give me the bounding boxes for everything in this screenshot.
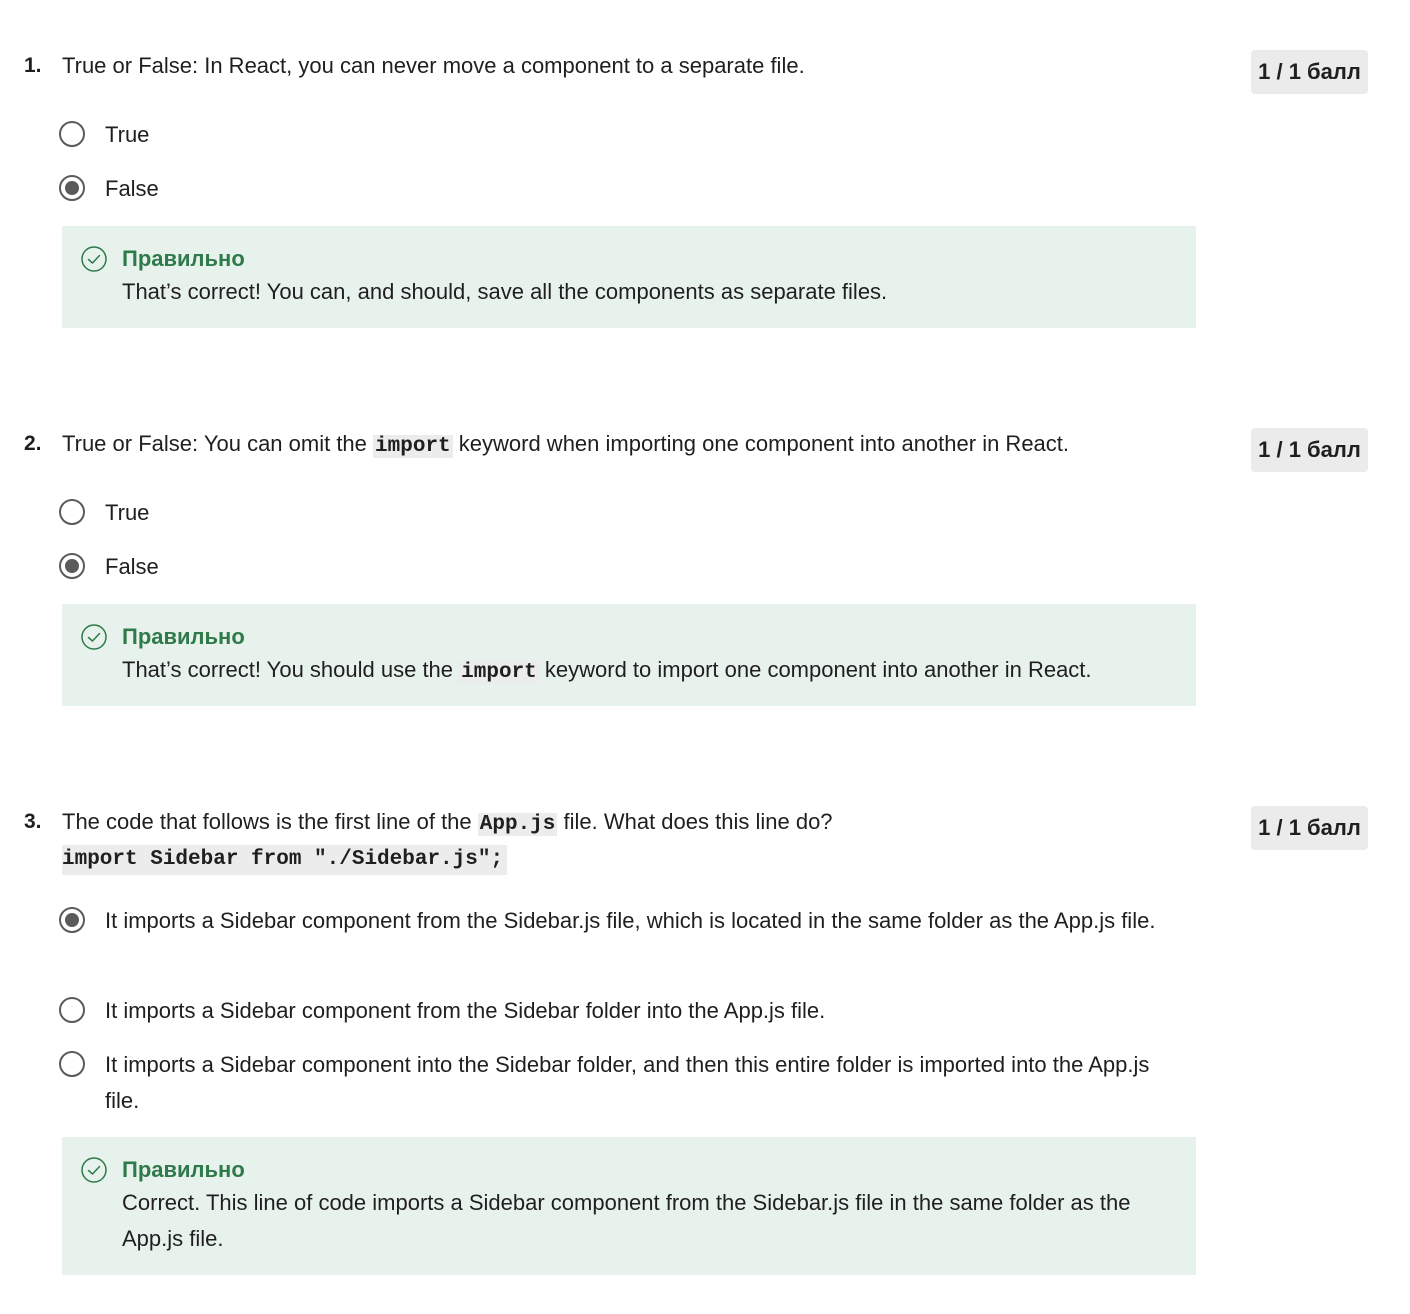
- radio-checked-icon[interactable]: [59, 175, 85, 201]
- option-true[interactable]: True: [0, 121, 1200, 157]
- inline-code: import: [373, 435, 453, 458]
- option-label: It imports a Sidebar component from the …: [105, 998, 826, 1023]
- question-number: 3.: [24, 810, 42, 833]
- option-label: It imports a Sidebar component into the …: [105, 1052, 1150, 1113]
- score-badge: 1 / 1 балл: [1251, 428, 1368, 472]
- inline-code: App.js: [477, 813, 558, 836]
- option-false[interactable]: False: [0, 175, 1200, 211]
- feedback-text-part: keyword to import one component into ano…: [538, 657, 1092, 682]
- score-badge: 1 / 1 балл: [1251, 50, 1368, 94]
- question-text-part: The code that follows is the first line …: [62, 809, 478, 834]
- radio-checked-icon[interactable]: [59, 907, 85, 933]
- question-number: 1.: [24, 54, 42, 77]
- radio-unchecked-icon[interactable]: [59, 499, 85, 525]
- option-label: True: [105, 500, 150, 525]
- feedback-correct: Правильно That’s correct! You can, and s…: [62, 226, 1196, 328]
- code-block: import Sidebar from "./Sidebar.js";: [62, 845, 508, 875]
- question-2: 2. True or False: You can omit the impor…: [0, 428, 1410, 708]
- question-3: 3. The code that follows is the first li…: [0, 806, 1410, 1276]
- option-label: True: [105, 122, 150, 147]
- question-text-part: True or False: You can omit the: [62, 431, 374, 456]
- radio-checked-icon[interactable]: [59, 553, 85, 579]
- question-number: 2.: [24, 432, 42, 455]
- feedback-title: Правильно: [122, 624, 245, 649]
- option-c[interactable]: It imports a Sidebar component into the …: [0, 1051, 1200, 1123]
- option-label: False: [105, 554, 159, 579]
- question-text-part: file. What does this line do?: [557, 809, 833, 834]
- feedback-text: Correct. This line of code imports a Sid…: [122, 1190, 1131, 1251]
- feedback-title: Правильно: [122, 1157, 245, 1182]
- feedback-text: That’s correct! You should use the impor…: [122, 652, 1182, 691]
- feedback-text-part: That’s correct! You should use the: [122, 657, 460, 682]
- option-b[interactable]: It imports a Sidebar component from the …: [0, 997, 1200, 1033]
- feedback-text: That’s correct! You can, and should, sav…: [122, 279, 888, 304]
- inline-code: import: [459, 661, 539, 684]
- feedback-correct: Правильно That’s correct! You should use…: [62, 604, 1196, 706]
- radio-unchecked-icon[interactable]: [59, 1051, 85, 1077]
- question-text: True or False: You can omit the import k…: [62, 428, 1182, 463]
- radio-unchecked-icon[interactable]: [59, 997, 85, 1023]
- feedback-correct: Правильно Correct. This line of code imp…: [62, 1137, 1196, 1275]
- option-label: It imports a Sidebar component from the …: [105, 908, 1156, 933]
- check-circle-icon: [81, 1157, 107, 1183]
- score-badge: 1 / 1 балл: [1251, 806, 1368, 850]
- feedback-title: Правильно: [122, 246, 245, 271]
- option-true[interactable]: True: [0, 499, 1200, 535]
- option-a[interactable]: It imports a Sidebar component from the …: [0, 907, 1200, 979]
- question-1: 1. True or False: In React, you can neve…: [0, 50, 1410, 330]
- check-circle-icon: [81, 246, 107, 272]
- option-label: False: [105, 176, 159, 201]
- option-false[interactable]: False: [0, 553, 1200, 589]
- check-circle-icon: [81, 624, 107, 650]
- radio-unchecked-icon[interactable]: [59, 121, 85, 147]
- question-text-part: keyword when importing one component int…: [452, 431, 1070, 456]
- question-text: True or False: In React, you can never m…: [62, 53, 805, 78]
- question-text: The code that follows is the first line …: [62, 806, 1182, 875]
